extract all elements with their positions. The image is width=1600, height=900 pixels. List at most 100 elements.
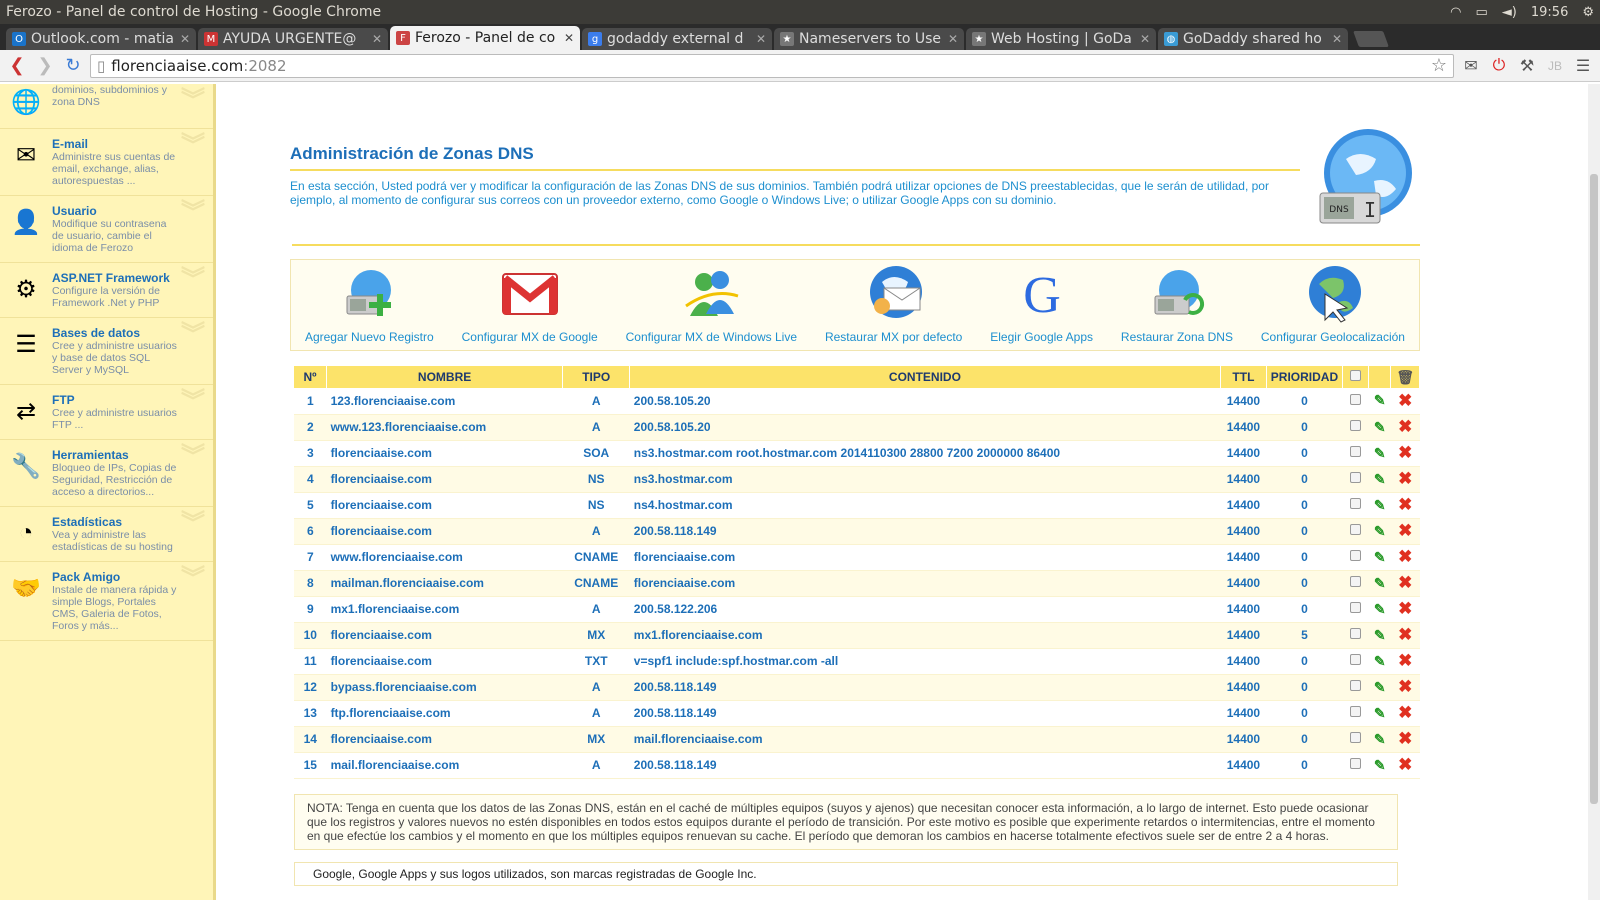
- edit-icon[interactable]: ✎: [1374, 705, 1386, 721]
- row-checkbox[interactable]: [1349, 420, 1361, 431]
- delete-icon[interactable]: ✖: [1398, 469, 1412, 488]
- row-checkbox[interactable]: [1349, 602, 1361, 613]
- sidebar-item-title[interactable]: Estadísticas: [52, 515, 177, 529]
- edit-icon[interactable]: ✎: [1374, 549, 1386, 565]
- settings-gear-icon[interactable]: ⚙: [1582, 5, 1594, 20]
- gmail-icon[interactable]: [500, 264, 560, 324]
- sidebar-item-title[interactable]: E-mail: [52, 137, 177, 151]
- dns-action-label[interactable]: Elegir Google Apps: [990, 330, 1093, 344]
- dns-action[interactable]: Configurar Geolocalización: [1261, 264, 1405, 344]
- browser-tab[interactable]: F Ferozo - Panel de co ✕: [390, 26, 580, 50]
- col-select-all[interactable]: [1342, 366, 1370, 388]
- dns-action[interactable]: G Elegir Google Apps: [990, 264, 1093, 344]
- edit-icon[interactable]: ✎: [1374, 575, 1386, 591]
- battery-icon[interactable]: ▭: [1476, 5, 1488, 20]
- bookmark-star-icon[interactable]: ☆: [1431, 55, 1447, 76]
- delete-icon[interactable]: ✖: [1398, 391, 1412, 410]
- sidebar-item[interactable]: 🌐 dominios, subdominios y zona DNS ︾: [0, 84, 213, 129]
- back-icon[interactable]: ❮: [6, 55, 28, 76]
- scrollbar[interactable]: [1588, 84, 1600, 900]
- browser-tab[interactable]: O Outlook.com - matia ✕: [6, 28, 196, 50]
- row-checkbox[interactable]: [1349, 654, 1361, 665]
- tab-close-icon[interactable]: ✕: [1140, 32, 1150, 46]
- sidebar-item[interactable]: 🔧 Herramientas Bloqueo de IPs, Copias de S…: [0, 440, 213, 507]
- sidebar-item-title[interactable]: Bases de datos: [52, 326, 177, 340]
- browser-tab[interactable]: ★ Web Hosting | GoDa ✕: [966, 28, 1156, 50]
- row-checkbox[interactable]: [1349, 472, 1361, 483]
- dns-action-label[interactable]: Configurar MX de Windows Live: [626, 330, 797, 344]
- menu-icon[interactable]: ☰: [1572, 56, 1594, 76]
- extension-icon[interactable]: ⚒: [1516, 56, 1538, 76]
- edit-icon[interactable]: ✎: [1374, 757, 1386, 773]
- sidebar-item[interactable]: 🤝 Pack Amigo Instale de manera rápida y si…: [0, 562, 213, 641]
- dns-action[interactable]: Restaurar Zona DNS: [1121, 264, 1233, 344]
- delete-icon[interactable]: ✖: [1398, 651, 1412, 670]
- edit-icon[interactable]: ✎: [1374, 679, 1386, 695]
- delete-icon[interactable]: ✖: [1398, 573, 1412, 592]
- delete-icon[interactable]: ✖: [1398, 755, 1412, 774]
- windows-live-icon[interactable]: [681, 264, 741, 324]
- google-icon[interactable]: G: [1012, 264, 1072, 324]
- mail-icon[interactable]: ✉: [1460, 56, 1482, 76]
- dns-action-label[interactable]: Restaurar MX por defecto: [825, 330, 962, 344]
- sidebar-item-title[interactable]: FTP: [52, 393, 177, 407]
- scrollbar-thumb[interactable]: [1590, 174, 1598, 804]
- tab-close-icon[interactable]: ✕: [180, 32, 190, 46]
- delete-icon[interactable]: ✖: [1398, 521, 1412, 540]
- delete-icon[interactable]: ✖: [1398, 625, 1412, 644]
- edit-icon[interactable]: ✎: [1374, 731, 1386, 747]
- edit-icon[interactable]: ✎: [1374, 419, 1386, 435]
- edit-icon[interactable]: ✎: [1374, 392, 1386, 408]
- edit-icon[interactable]: ✎: [1374, 523, 1386, 539]
- edit-icon[interactable]: ✎: [1374, 601, 1386, 617]
- tab-close-icon[interactable]: ✕: [948, 32, 958, 46]
- col-type[interactable]: TIPO: [562, 366, 631, 388]
- delete-icon[interactable]: ✖: [1398, 417, 1412, 436]
- trash-icon[interactable]: 🗑: [1396, 369, 1414, 385]
- sidebar-item[interactable]: ◔ Estadísticas Vea y administre las estadí…: [0, 507, 213, 562]
- sidebar-item-title[interactable]: Usuario: [52, 204, 177, 218]
- sidebar-item[interactable]: 👤 Usuario Modifique su contrasena de usuar…: [0, 196, 213, 263]
- chevron-down-icon[interactable]: ︾: [181, 89, 205, 113]
- wifi-icon[interactable]: ◠: [1450, 5, 1461, 20]
- row-checkbox[interactable]: [1349, 628, 1361, 639]
- add-record-icon[interactable]: [339, 264, 399, 324]
- browser-tab[interactable]: ◍ GoDaddy shared ho ✕: [1158, 28, 1348, 50]
- chevron-down-icon[interactable]: ︾: [181, 323, 205, 347]
- delete-icon[interactable]: ✖: [1398, 677, 1412, 696]
- edit-icon[interactable]: ✎: [1374, 445, 1386, 461]
- browser-tab[interactable]: M AYUDA URGENTE@ ✕: [198, 28, 388, 50]
- clock[interactable]: 19:56: [1531, 5, 1568, 20]
- row-checkbox[interactable]: [1349, 732, 1361, 743]
- col-num[interactable]: Nº: [294, 366, 328, 388]
- dns-action[interactable]: Restaurar MX por defecto: [825, 264, 962, 344]
- sidebar-item[interactable]: ✉ E-mail Administre sus cuentas de email, …: [0, 129, 213, 196]
- browser-tab[interactable]: g godaddy external d ✕: [582, 28, 772, 50]
- mail-globe-icon[interactable]: [864, 264, 924, 324]
- delete-icon[interactable]: ✖: [1398, 443, 1412, 462]
- chevron-down-icon[interactable]: ︾: [181, 201, 205, 225]
- row-checkbox[interactable]: [1349, 576, 1361, 587]
- select-all-checkbox[interactable]: [1349, 370, 1361, 381]
- col-priority[interactable]: PRIORIDAD: [1266, 366, 1343, 388]
- delete-icon[interactable]: ✖: [1398, 495, 1412, 514]
- dns-action-label[interactable]: Agregar Nuevo Registro: [305, 330, 434, 344]
- chevron-down-icon[interactable]: ︾: [181, 390, 205, 414]
- col-content[interactable]: CONTENIDO: [629, 366, 1221, 388]
- stop-extension-icon[interactable]: ⏻: [1488, 57, 1510, 75]
- edit-icon[interactable]: ✎: [1374, 471, 1386, 487]
- jb-extension-icon[interactable]: JB: [1544, 59, 1566, 73]
- tab-close-icon[interactable]: ✕: [564, 31, 574, 45]
- row-checkbox[interactable]: [1349, 706, 1361, 717]
- row-checkbox[interactable]: [1349, 680, 1361, 691]
- tab-close-icon[interactable]: ✕: [1332, 32, 1342, 46]
- volume-icon[interactable]: ◄): [1502, 5, 1517, 20]
- chevron-down-icon[interactable]: ︾: [181, 445, 205, 469]
- browser-tab[interactable]: ★ Nameservers to Use ✕: [774, 28, 964, 50]
- edit-icon[interactable]: ✎: [1374, 653, 1386, 669]
- sidebar-item-title[interactable]: Pack Amigo: [52, 570, 177, 584]
- col-ttl[interactable]: TTL: [1220, 366, 1268, 388]
- row-checkbox[interactable]: [1349, 446, 1361, 457]
- edit-icon[interactable]: ✎: [1374, 497, 1386, 513]
- chevron-down-icon[interactable]: ︾: [181, 134, 205, 158]
